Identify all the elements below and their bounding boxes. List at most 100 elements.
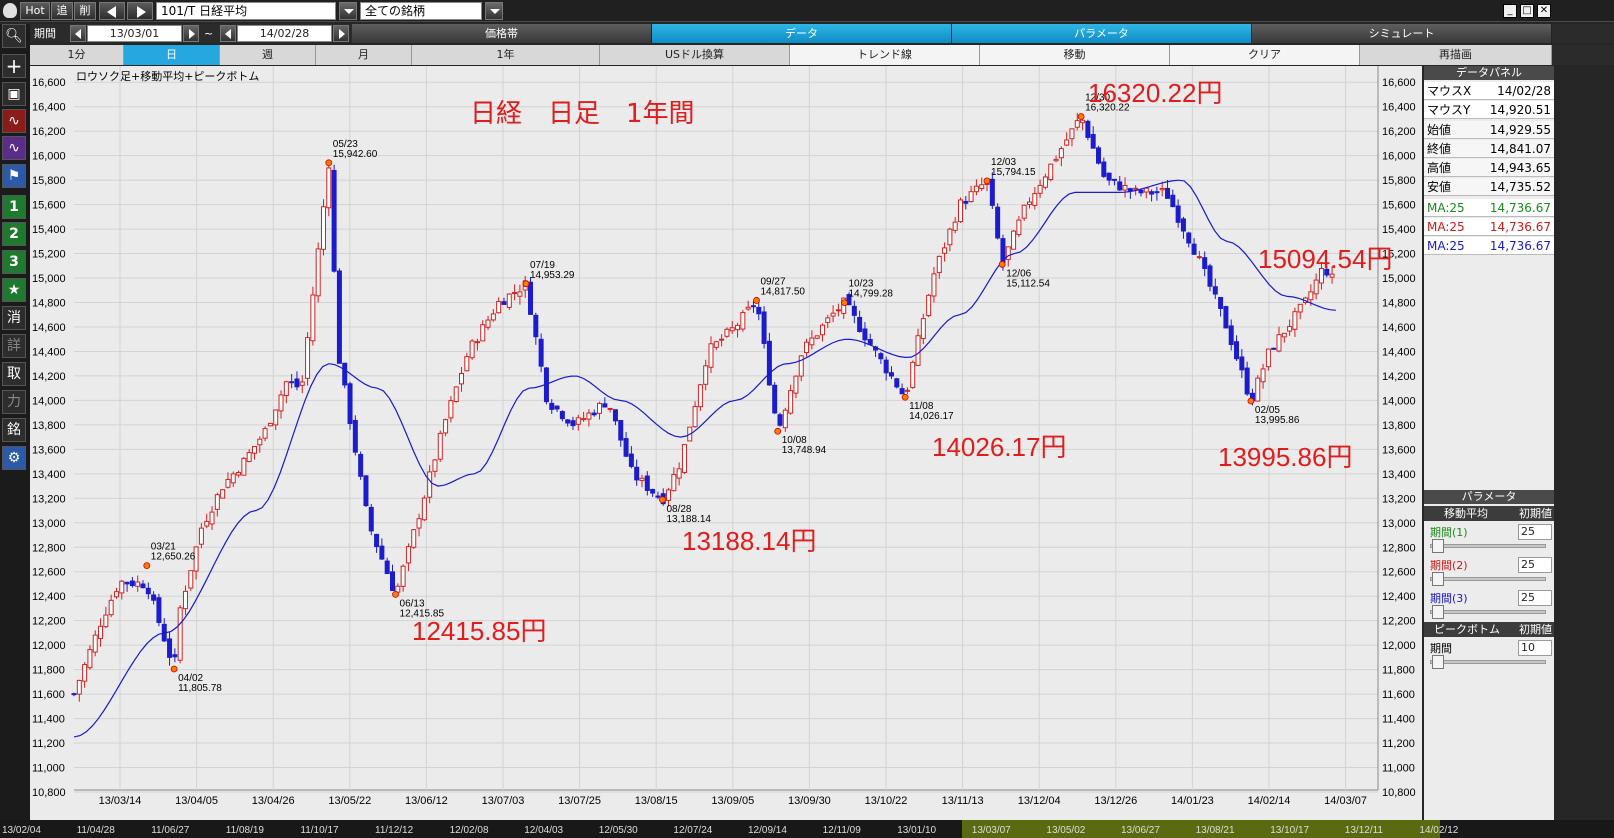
- candle-down: [628, 453, 634, 467]
- candle-down: [1175, 205, 1181, 223]
- delete-button[interactable]: 削: [74, 2, 96, 20]
- candle-down: [756, 306, 762, 315]
- from-date-field[interactable]: 13/03/01: [87, 25, 182, 42]
- crosshair-icon[interactable]: +: [2, 54, 26, 78]
- x-tick-label: 13/03/14: [99, 795, 142, 807]
- chart-purple-icon[interactable]: ∿: [2, 136, 26, 160]
- prev-symbol-button[interactable]: [99, 2, 125, 20]
- range-month-button[interactable]: 月: [316, 45, 412, 65]
- filter-field[interactable]: 全ての銘柄: [360, 2, 482, 20]
- from-prev-button[interactable]: [70, 25, 86, 42]
- period-3-slider-track[interactable]: [1430, 610, 1546, 614]
- input-button[interactable]: 力: [2, 390, 26, 414]
- trendline-button[interactable]: トレンド線: [790, 45, 980, 65]
- redraw-button[interactable]: 再描画: [1360, 45, 1552, 65]
- y-tick-left: 12,400: [32, 591, 66, 603]
- filter-dropdown-button[interactable]: [485, 2, 503, 20]
- candle-up: [225, 479, 231, 488]
- candle-up: [735, 324, 741, 331]
- star-icon[interactable]: ★: [2, 278, 26, 302]
- candle-up: [92, 634, 98, 653]
- period-3-input[interactable]: 25: [1518, 590, 1552, 606]
- camera-icon[interactable]: ▣: [2, 82, 26, 106]
- preset-2-button[interactable]: 2: [2, 222, 26, 246]
- period-2-slider-track[interactable]: [1430, 577, 1546, 581]
- search-icon[interactable]: 🔍︎: [2, 24, 26, 48]
- period-2-input[interactable]: 25: [1518, 557, 1552, 573]
- candle-up: [432, 459, 438, 472]
- peak-marker: [143, 562, 151, 570]
- candle-down: [862, 328, 868, 341]
- tab-data[interactable]: データ: [652, 24, 952, 43]
- to-next-button[interactable]: [333, 25, 349, 42]
- period-2-slider-thumb[interactable]: [1432, 572, 1444, 586]
- candle-down: [145, 587, 151, 595]
- symbol-dropdown-button[interactable]: [339, 2, 357, 20]
- y-tick-left: 11,200: [32, 738, 65, 750]
- add-button[interactable]: 追: [51, 2, 73, 20]
- candle-up: [267, 422, 273, 427]
- candlestick-chart[interactable]: 16,600 16,600 16,400 16,400 16,200 16,200 16,0…: [30, 66, 1422, 820]
- close-button[interactable]: ✕: [1537, 4, 1551, 18]
- gear-icon[interactable]: ⚙: [2, 446, 26, 470]
- to-prev-button[interactable]: [220, 25, 236, 42]
- candle-down: [528, 281, 534, 315]
- range-1min-button[interactable]: 1分: [30, 45, 124, 65]
- candle-up: [915, 335, 921, 366]
- range-1year-button[interactable]: 1年: [412, 45, 600, 65]
- usd-convert-button[interactable]: USドル換算: [600, 45, 790, 65]
- candle-up: [98, 625, 104, 639]
- candle-down: [374, 533, 380, 548]
- from-next-button[interactable]: [183, 25, 199, 42]
- tab-simulate[interactable]: シミュレート: [1252, 24, 1552, 43]
- y-tick-left: 13,800: [32, 420, 66, 432]
- period-1-slider-track[interactable]: [1430, 544, 1546, 548]
- next-symbol-button[interactable]: [127, 2, 153, 20]
- trade-button[interactable]: 取: [2, 362, 26, 386]
- peak-marker: [170, 665, 178, 673]
- candle-up: [1292, 311, 1298, 330]
- peak-value-label: 14,953.29: [530, 270, 575, 281]
- period-3-slider-thumb[interactable]: [1432, 605, 1444, 619]
- peak-period-slider-track[interactable]: [1430, 660, 1546, 664]
- bottom-timeline[interactable]: 13/02/04 11/04/28 11/06/27 11/08/19 11/10/17…: [0, 820, 1614, 838]
- chart-red-icon[interactable]: ∿: [2, 109, 26, 133]
- maximize-button[interactable]: □: [1520, 4, 1534, 18]
- tab-price-band[interactable]: 価格帯: [352, 24, 652, 43]
- symbol-button[interactable]: 銘: [2, 418, 26, 442]
- data-row-label: 安値: [1427, 180, 1452, 194]
- peak-marker: [901, 393, 909, 401]
- peak-reset-button[interactable]: 初期値: [1519, 622, 1552, 637]
- period-1-input[interactable]: 25: [1518, 524, 1552, 540]
- candle-up: [411, 529, 417, 548]
- range-week-button[interactable]: 週: [220, 45, 316, 65]
- peak-period-input[interactable]: 10: [1518, 640, 1552, 656]
- to-date-field[interactable]: 14/02/28: [237, 25, 332, 42]
- period-1-slider-thumb[interactable]: [1432, 539, 1444, 553]
- peak-section-label: ピークボトム: [1434, 623, 1500, 636]
- erase-button[interactable]: 消: [2, 306, 26, 330]
- peak-overlay-label: 13995.86円: [1218, 442, 1352, 472]
- range-day-button[interactable]: 日: [124, 45, 220, 65]
- period-1-label: 期間(1): [1430, 526, 1468, 539]
- hot-button[interactable]: Hot: [20, 2, 50, 20]
- data-row-4: 高値 14,943.65: [1424, 159, 1554, 177]
- ma-reset-button[interactable]: 初期値: [1519, 506, 1552, 521]
- data-row-label: 終値: [1427, 142, 1452, 156]
- clear-button[interactable]: クリア: [1170, 45, 1360, 65]
- symbol-field[interactable]: 101/T 日経平均: [156, 2, 336, 20]
- minimize-button[interactable]: _: [1503, 4, 1517, 18]
- y-tick-left: 16,600: [32, 77, 66, 89]
- move-button[interactable]: 移動: [980, 45, 1170, 65]
- chart-area[interactable]: 16,600 16,600 16,400 16,400 16,200 16,200 16,0…: [30, 66, 1422, 820]
- detail-button[interactable]: 詳: [2, 334, 26, 358]
- tab-parameter[interactable]: パラメータ: [952, 24, 1252, 43]
- flag-icon[interactable]: ⚑: [2, 164, 26, 188]
- preset-3-button[interactable]: 3: [2, 250, 26, 274]
- candle-down: [390, 571, 395, 592]
- preset-1-button[interactable]: 1: [2, 195, 26, 219]
- candle-up: [1027, 201, 1032, 205]
- timeline-tick: 12/09/14: [748, 825, 787, 836]
- candle-down: [347, 383, 353, 424]
- peak-period-slider-thumb[interactable]: [1432, 655, 1444, 669]
